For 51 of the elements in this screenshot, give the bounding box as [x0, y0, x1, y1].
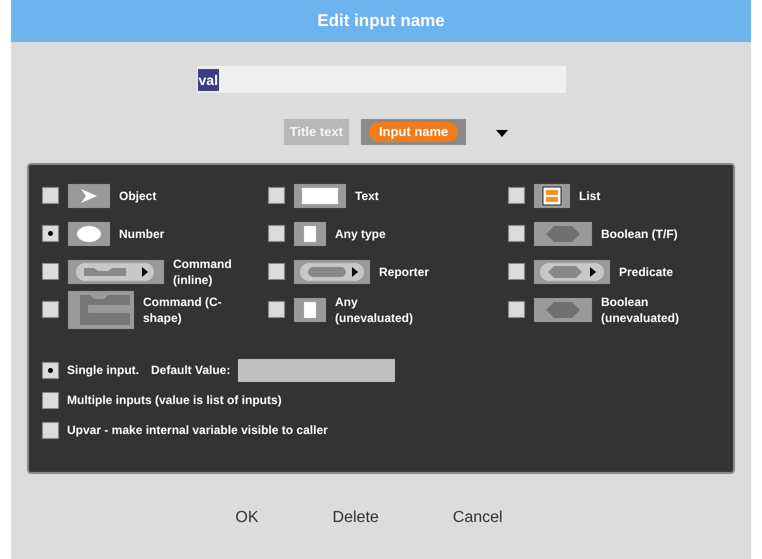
- type-label: Number: [119, 226, 164, 242]
- type-label: Command (C-shape): [143, 294, 223, 326]
- slot-shape-icon: [68, 184, 110, 208]
- slot-shape-icon: [534, 298, 592, 322]
- checkbox[interactable]: [268, 263, 285, 280]
- slot-shape-icon: [534, 184, 570, 208]
- checkbox[interactable]: [508, 301, 525, 318]
- checkbox[interactable]: [42, 187, 59, 204]
- type-label: Any type: [335, 226, 386, 242]
- checkbox[interactable]: [268, 187, 285, 204]
- type-label: Command (inline): [173, 256, 233, 288]
- input-field[interactable]: val: [196, 66, 566, 93]
- slot-shape-icon: [534, 260, 610, 284]
- checkbox[interactable]: [268, 225, 285, 242]
- dropdown-arrow-icon[interactable]: [496, 130, 508, 138]
- dialog-button[interactable]: Delete: [322, 504, 389, 532]
- option-label: Single input.: [67, 362, 139, 379]
- dialog-title: Edit input name: [11, 0, 751, 42]
- checkbox[interactable]: [42, 422, 59, 438]
- slot-shape-icon: [534, 222, 592, 246]
- type-label: Any (unevaluated): [335, 294, 414, 326]
- option-label: Multiple inputs (value is list of inputs): [67, 392, 282, 409]
- checkbox[interactable]: [42, 362, 59, 378]
- default-value-field[interactable]: [238, 358, 396, 382]
- type-label: Boolean (unevaluated): [601, 294, 680, 326]
- dialog-button[interactable]: OK: [225, 504, 269, 532]
- checkbox[interactable]: [508, 187, 525, 204]
- checkbox[interactable]: [42, 392, 59, 408]
- slot-shape-icon: [68, 260, 164, 284]
- dialog-button[interactable]: Cancel: [442, 504, 513, 532]
- slot-shape-icon: [68, 222, 110, 246]
- type-label: List: [579, 188, 600, 204]
- checkbox[interactable]: [268, 301, 285, 318]
- checkbox[interactable]: [42, 263, 59, 280]
- slot-shape-icon: [68, 290, 134, 328]
- type-label: Reporter: [379, 264, 430, 280]
- type-label: Object: [119, 188, 156, 204]
- default-value-label: Default Value:: [151, 362, 230, 379]
- slot-shape-icon: [294, 298, 326, 322]
- checkbox[interactable]: [508, 225, 525, 242]
- type-label: Predicate: [619, 264, 674, 280]
- checkbox[interactable]: [42, 301, 59, 318]
- checkbox[interactable]: [42, 225, 59, 242]
- option-label: Upvar - make internal variable visible to caller: [67, 422, 328, 439]
- selected-text: val: [198, 68, 219, 90]
- slot-shape-icon: [294, 222, 326, 246]
- checkbox[interactable]: [508, 263, 525, 280]
- slot-shape-icon: [294, 260, 370, 284]
- type-label: Boolean (T/F): [601, 226, 678, 242]
- slot-shape-icon: [294, 184, 346, 208]
- type-label: Text: [355, 188, 379, 204]
